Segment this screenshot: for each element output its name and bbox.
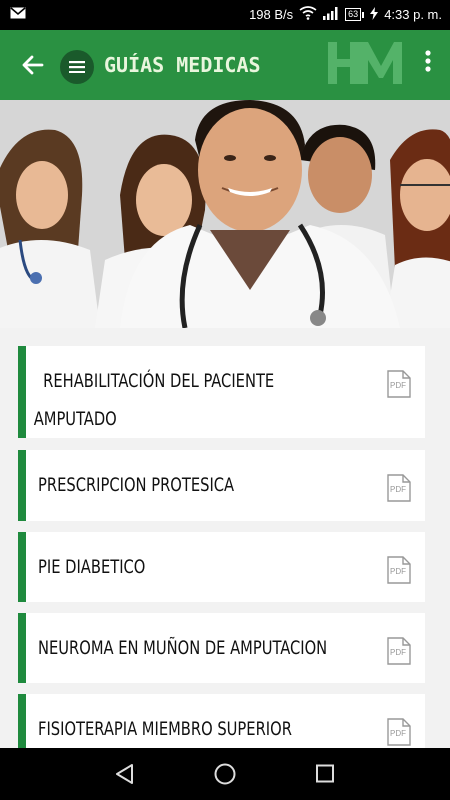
charging-icon	[370, 6, 379, 23]
guide-item-fisioterapia[interactable]: FISIOTERAPIA MIEMBRO SUPERIOR PDF	[18, 694, 425, 748]
guide-item-pie-diabetico[interactable]: PIE DIABETICO PDF	[18, 532, 425, 602]
svg-text:PDF: PDF	[390, 567, 406, 576]
guide-title-line1: REHABILITACIÓN DEL PACIENTE	[43, 370, 275, 392]
nav-back-button[interactable]	[112, 762, 138, 786]
network-speed: 198 B/s	[249, 7, 294, 22]
pdf-icon[interactable]: PDF	[387, 474, 411, 502]
guide-title-line2: AMPUTADO	[33, 408, 117, 430]
app-bar: GUÍAS MEDICAS	[0, 30, 450, 100]
menu-button[interactable]	[60, 50, 94, 84]
guide-item-prescripcion[interactable]: PRESCRIPCION PROTESICA PDF	[18, 450, 425, 521]
wifi-icon	[299, 6, 317, 23]
status-bar: 198 B/s 63 4:33 p. m.	[0, 0, 450, 30]
guide-title: NEUROMA EN MUÑON DE AMPUTACION	[38, 637, 328, 659]
mail-icon	[10, 7, 26, 22]
guide-item-neuroma[interactable]: NEUROMA EN MUÑON DE AMPUTACION PDF	[18, 613, 425, 683]
pdf-icon[interactable]: PDF	[387, 637, 411, 665]
clock: 4:33 p. m.	[384, 7, 442, 22]
guides-list: REHABILITACIÓN DEL PACIENTE AMPUTADO PDF…	[0, 328, 450, 748]
nav-home-button[interactable]	[212, 762, 238, 786]
pdf-icon[interactable]: PDF	[387, 718, 411, 746]
battery-level: 63	[345, 8, 362, 21]
svg-text:PDF: PDF	[390, 485, 406, 494]
pdf-icon[interactable]: PDF	[387, 556, 411, 584]
hero-image-medical-team	[0, 100, 450, 328]
guide-title: FISIOTERAPIA MIEMBRO SUPERIOR	[38, 718, 292, 740]
svg-text:PDF: PDF	[390, 729, 406, 738]
system-nav-bar	[0, 748, 450, 800]
guide-title: PIE DIABETICO	[38, 556, 146, 578]
more-options-button[interactable]	[418, 46, 438, 78]
guide-title: REHABILITACIÓN DEL PACIENTE AMPUTADO	[34, 362, 275, 438]
nav-recents-button[interactable]	[312, 762, 338, 786]
hamburger-icon	[69, 61, 85, 73]
signal-icon	[323, 6, 339, 23]
guide-title: PRESCRIPCION PROTESICA	[38, 474, 235, 496]
guide-item-rehabilitacion[interactable]: REHABILITACIÓN DEL PACIENTE AMPUTADO PDF	[18, 346, 425, 438]
hm-logo	[326, 38, 404, 88]
back-button[interactable]	[18, 50, 50, 80]
page-title: GUÍAS MEDICAS	[104, 53, 261, 77]
battery-icon: 63	[345, 8, 365, 21]
pdf-icon[interactable]: PDF	[387, 370, 411, 398]
svg-text:PDF: PDF	[390, 648, 406, 657]
svg-text:PDF: PDF	[390, 381, 406, 390]
